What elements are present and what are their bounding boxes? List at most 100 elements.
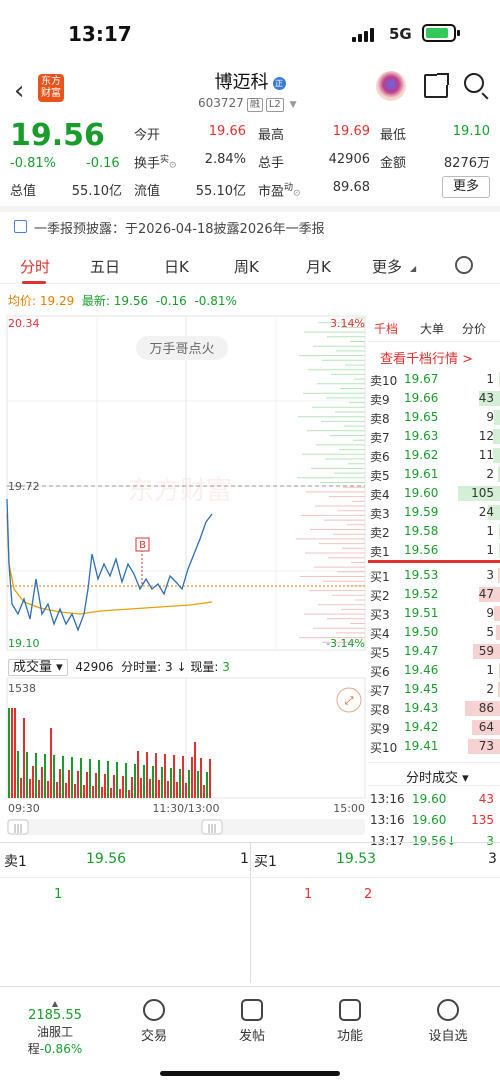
nav-functions[interactable]: 功能 [310, 999, 390, 1044]
tab-indicator [22, 281, 46, 284]
volume-bar [182, 756, 184, 798]
chart-tabs: 分时 五日 日K 周K 月K 更多 ◢ [0, 248, 500, 284]
volume-bar [140, 778, 142, 798]
yuan-icon [143, 999, 165, 1021]
low-value: 19.10 [452, 124, 490, 139]
open-value: 19.66 [208, 124, 246, 139]
order-book: 千档 大单 分价 查看千档行情 > 卖10 19.67 1 卖9 19.66 43 卖8 19… [368, 314, 500, 848]
gear-icon[interactable] [455, 256, 473, 274]
float-label: 流值 [134, 184, 161, 199]
indicator-select[interactable]: 成交量 ▾ [8, 659, 68, 676]
volume-bar [125, 763, 127, 798]
bid-row: 买5 19.47 59 [368, 642, 500, 661]
triangle-icon: ◢ [410, 264, 417, 273]
home-indicator [160, 1071, 340, 1076]
tab-more[interactable]: 更多 [372, 256, 402, 277]
volume-bar [62, 756, 64, 798]
volume-bar [26, 752, 28, 798]
volume-bar [95, 773, 97, 798]
stock-header: ‹ 东方 财富 博迈科正 603727 融 L2 ▼ [0, 64, 500, 114]
volume-bar [158, 780, 160, 798]
ask-row: 卖6 19.62 11 [368, 446, 500, 465]
volume-bar [179, 769, 181, 798]
mcap-label: 总值 [10, 184, 37, 199]
share-icon[interactable] [424, 73, 449, 98]
volume-bar [71, 757, 73, 798]
volume-bar [86, 772, 88, 798]
nav-watchlist[interactable]: 设自选 [408, 999, 488, 1044]
top-price-label: 20.34 [8, 317, 40, 330]
ask-row: 卖5 19.61 2 [368, 465, 500, 484]
change-percent: -0.81% [10, 156, 56, 171]
search-icon[interactable] [464, 73, 484, 93]
tab-daily-k[interactable]: 日K [164, 256, 189, 277]
pe-label: 市盈动⊙ [258, 183, 301, 200]
depth-link[interactable]: 查看千档行情 > [380, 348, 473, 367]
quote-panel: 19.56 -0.81% -0.16 总值 55.10亿 今开 19.66 最高… [0, 114, 500, 204]
mcap-value: 55.10亿 [71, 184, 122, 199]
volume-bar [98, 760, 100, 798]
earnings-notice[interactable]: 一季报预披露：于2026-04-18披露2026年一季报 [0, 212, 500, 242]
ask-row: 卖8 19.65 9 [368, 408, 500, 427]
bid-row: 买10 19.41 73 [368, 737, 500, 756]
volume-bar [116, 762, 118, 798]
trades-title[interactable]: 分时成交 ▾ [406, 767, 469, 786]
index-ticker[interactable]: ▲ 2185.55 油服工程-0.86% [12, 999, 98, 1057]
volume-chart[interactable]: 1538 ⤢ 09:30 11:30/13:00 15:00 ||| ||| [0, 676, 368, 842]
tab-depth[interactable]: 千档 [374, 320, 398, 337]
volume-bar [20, 778, 22, 798]
verified-icon: 正 [272, 76, 286, 90]
edit-icon [241, 999, 263, 1021]
stock-code: 603727 融 L2 ▼ [198, 96, 297, 112]
volume-bar [32, 766, 34, 798]
nav-post[interactable]: 发帖 [212, 999, 292, 1044]
bid-row: 买2 19.52 47 [368, 585, 500, 604]
volume-bar [104, 774, 106, 798]
ask-row: 卖2 19.58 1 [368, 522, 500, 541]
tab-intraday[interactable]: 分时 [20, 256, 50, 277]
ask-row: 卖1 19.56 1 [368, 541, 500, 560]
volume-label: 总手 [258, 156, 285, 171]
status-time: 13:17 [68, 22, 132, 46]
bid-row: 买7 19.45 2 [368, 680, 500, 699]
watermark: 东方财富 [128, 476, 232, 506]
bottom-nav: ▲ 2185.55 油服工程-0.86% 交易 发帖 功能 设自选 [0, 986, 500, 1084]
buy1-count: 3 [488, 851, 497, 867]
volume-bar [53, 755, 55, 798]
volume-bar [38, 780, 40, 798]
volume-bar [206, 772, 208, 798]
volume-bar [194, 742, 196, 798]
volume-bar [197, 771, 199, 798]
volume-bar [8, 708, 10, 798]
battery-icon [422, 24, 460, 42]
volume-bar [47, 781, 49, 798]
tab-big-orders[interactable]: 大单 [420, 320, 444, 337]
tab-weekly-k[interactable]: 周K [234, 256, 259, 277]
volume-bar [209, 759, 211, 798]
volume-bar [110, 788, 112, 798]
volume-bar [68, 770, 70, 798]
volume-bar [11, 708, 13, 798]
volume-bar [29, 779, 31, 798]
grid-icon [339, 999, 361, 1021]
volume-bar [113, 775, 115, 798]
volume-bar [170, 768, 172, 798]
intraday-chart[interactable]: 东方财富 万手哥点火 B 20.34 19.72 19.10 3.14% -3.… [0, 314, 368, 654]
volume-bar [65, 783, 67, 798]
tab-monthly-k[interactable]: 月K [306, 256, 331, 277]
turnover-value: 2.84% [204, 152, 246, 167]
more-button[interactable]: 更多 [442, 176, 490, 198]
volume-bar [134, 764, 136, 798]
nav-trade[interactable]: 交易 [114, 999, 194, 1044]
chart-legend: 均价: 19.29 最新: 19.56 -0.16 -0.81% [8, 294, 237, 308]
buy-queue-item: 2 [364, 887, 373, 902]
tab-five-day[interactable]: 五日 [90, 256, 120, 277]
volume-legend: 成交量 ▾ 42906 分时量: 3 ↓ 现量: 3 [8, 656, 230, 676]
trade-row: 13:16 19.60 135 [370, 813, 494, 827]
time-mid: 11:30/13:00 [152, 802, 219, 815]
avatar[interactable] [376, 71, 406, 101]
volume-bar [149, 779, 151, 798]
sell1-label: 卖1 [4, 854, 27, 870]
tip-bubble: 万手哥点火 [149, 342, 214, 357]
tab-price-dist[interactable]: 分价 [462, 320, 486, 337]
